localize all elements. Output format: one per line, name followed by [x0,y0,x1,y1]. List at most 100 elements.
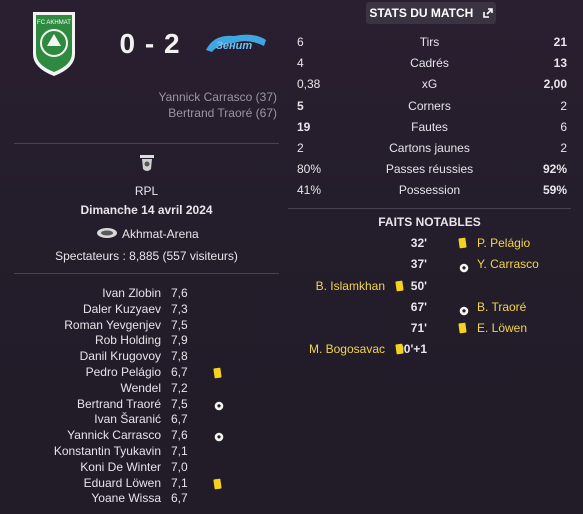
event-row: 50' B. Islamkhan [288,276,571,297]
yellow-card-icon [395,280,406,292]
stat-row: 4 Cadrés 13 [288,53,571,74]
goal-icon [214,431,224,443]
stat-row: 41% Possession 59% [288,180,571,201]
stat-row: 6 Tirs 21 [288,32,571,53]
player-name[interactable]: Koni De Winter [80,460,161,476]
home-team-crest[interactable]: FC AKHMAT [31,10,77,78]
stat-row: 0,38 xG 2,00 [288,74,571,95]
player-name[interactable]: Rob Holding [95,333,161,349]
event-row: 67' B. Traoré [288,297,571,318]
tab-match-stats[interactable]: STATS DU MATCH [366,2,496,24]
yellow-card-icon [395,344,406,355]
player-rating: 7,5 [171,317,188,332]
stat-row: 19 Fautes 6 [288,117,571,138]
player-name[interactable]: Eduard Löwen [84,476,161,492]
stat-label: Corners [408,98,451,113]
stadium-icon [96,226,118,240]
lineup-row[interactable]: Konstantin Tyukavin 7,1 [14,444,279,460]
lineup-row[interactable]: Wendel 7,2 [14,381,279,397]
player-name[interactable]: Yannick Carrasco [67,428,161,444]
yellow-card-icon [213,367,224,379]
event-minute: 67' [410,299,427,314]
svg-text:FC AKHMAT: FC AKHMAT [37,20,71,26]
event-row: 37' Y. Carrasco [288,254,571,275]
events-title: FAITS NOTABLES [378,215,481,229]
lineup-row[interactable]: Koni De Winter 7,0 [14,460,279,476]
lineup-row[interactable]: Ivan Zlobin 7,6 [14,286,279,302]
stat-label: Fautes [411,119,448,134]
stat-away-value: 92% [542,162,567,177]
event-minute: 50' [410,278,427,293]
expand-icon[interactable] [482,3,493,25]
goal-icon [214,400,224,411]
player-name[interactable]: Konstantin Tyukavin [54,444,161,460]
scorer-line: Yannick Carrasco (37) [158,90,278,104]
stat-label: xG [421,77,438,92]
lineup-row[interactable]: Daler Kuzyaev 7,3 [14,302,279,318]
lineup-row[interactable]: Bertrand Traoré 7,5 [14,397,279,413]
event-row: 32' P. Pelágio [288,233,571,254]
match-score: 0 - 2 [119,28,181,59]
stat-label: Tirs [419,35,440,49]
event-player[interactable]: P. Pelágio [477,233,530,254]
player-rating: 7,1 [171,443,188,458]
stats-table: 6 Tirs 21 4 Cadrés 13 0,38 xG 2,00 5 Corners 2 19 Fau… [288,32,571,202]
goal-icon [459,302,469,316]
stat-away-value: 6 [560,119,567,134]
player-rating: 7,6 [171,428,188,443]
event-player[interactable]: Y. Carrasco [477,254,539,275]
player-rating: 7,6 [171,286,188,300]
player-name[interactable]: Danil Krugovoy [80,349,161,365]
player-name[interactable]: Ivan Šaranić [94,412,161,428]
competition-name[interactable]: RPL [14,184,279,198]
stat-label: Possession [398,183,461,198]
event-row: 71' E. Löwen [288,318,571,339]
yellow-card-icon [458,322,469,334]
lineup-list: Ivan Zlobin 7,6 Daler Kuzyaev 7,3 Roman Yevg… [14,286,279,507]
player-name[interactable]: Bertrand Traoré [77,397,161,413]
player-rating: 7,3 [171,301,188,316]
stat-label: Cadrés [410,56,449,71]
yellow-card-icon [458,237,469,249]
player-name[interactable]: Wendel [121,381,161,397]
goal-icon [459,259,469,274]
player-name[interactable]: Daler Kuzyaev [83,302,161,318]
lineup-row[interactable]: Rob Holding 7,9 [14,333,279,349]
player-rating: 7,1 [171,475,188,490]
attendance-text: Spectateurs : 8,885 (557 visiteurs) [55,249,238,263]
event-player[interactable]: B. Islamkhan [316,276,385,297]
player-rating: 7,0 [171,459,188,474]
stat-row: 5 Corners 2 [288,96,571,117]
player-rating: 7,9 [171,333,188,348]
stat-away-value: 2,00 [543,77,567,92]
event-minute: 37' [410,257,427,272]
stat-away-value: 2 [560,140,567,155]
svg-text:Зенит: Зенит [216,40,253,52]
lineup-row[interactable]: Yannick Carrasco 7,6 [14,428,279,444]
player-rating: 6,7 [171,364,188,379]
player-name[interactable]: Pedro Pelágio [86,365,161,381]
stat-row: 2 Cartons jaunes 2 [288,138,571,159]
stat-label: Passes réussies [385,162,474,177]
lineup-row[interactable]: Eduard Löwen 7,1 [14,476,279,492]
event-player[interactable]: M. Bogosavac [309,339,385,360]
stat-away-value: 13 [553,56,567,71]
lineup-row[interactable]: Pedro Pelágio 6,7 [14,365,279,381]
stat-away-value: 21 [553,35,567,49]
player-name[interactable]: Yoane Wissa [91,491,161,507]
player-name[interactable]: Ivan Zlobin [102,286,161,302]
stat-away-value: 59% [542,183,567,198]
player-name[interactable]: Roman Yevgenjev [64,318,161,334]
lineup-row[interactable]: Roman Yevgenjev 7,5 [14,318,279,334]
divider [14,273,279,274]
yellow-card-icon [213,478,224,490]
lineup-row[interactable]: Yoane Wissa 6,7 [14,491,279,507]
away-team-crest[interactable]: Зенит [204,30,268,56]
event-player[interactable]: E. Löwen [477,318,527,339]
stat-row: 80% Passes réussies 92% [288,159,571,180]
event-player[interactable]: B. Traoré [477,297,526,318]
lineup-row[interactable]: Danil Krugovoy 7,8 [14,349,279,365]
lineup-row[interactable]: Ivan Šaranić 6,7 [14,412,279,428]
player-rating: 6,7 [171,412,188,427]
stadium-name: Akhmat-Arena [122,227,199,241]
